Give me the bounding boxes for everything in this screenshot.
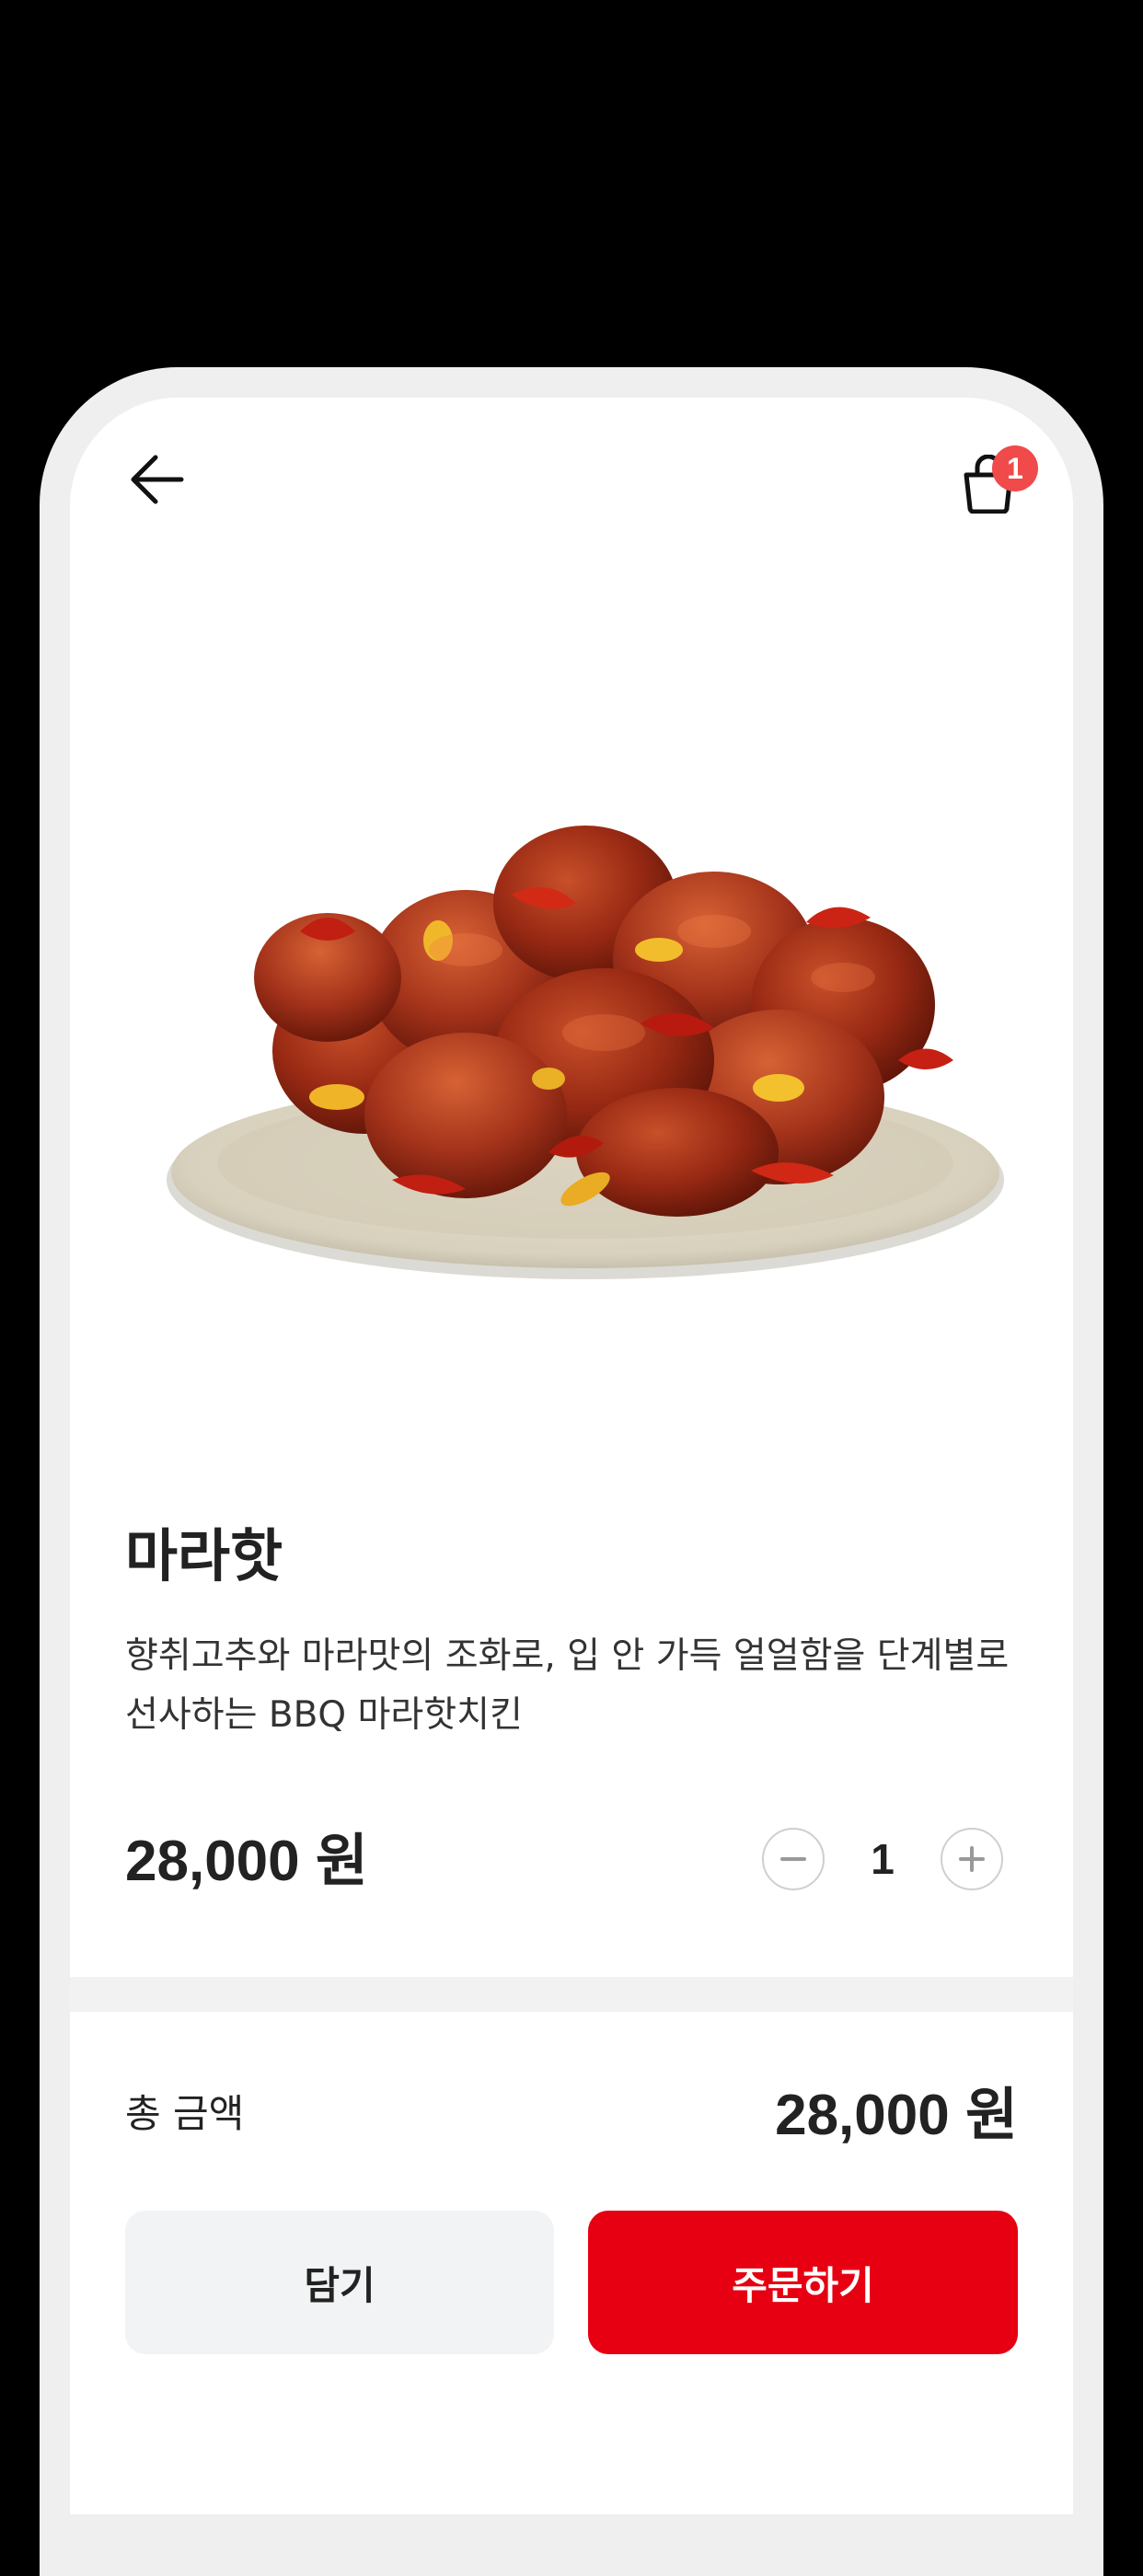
product-name: 마라핫 bbox=[125, 1522, 283, 1589]
add-to-cart-button[interactable]: 담기 bbox=[125, 2211, 554, 2354]
product-description: 향취고추와 마라맛의 조화로, 입 안 가득 얼얼함을 단계별로 선사하는 BB… bbox=[125, 1635, 1010, 1736]
arrow-left-icon bbox=[131, 455, 184, 504]
cart-button[interactable]: 1 bbox=[955, 445, 1038, 519]
back-button[interactable] bbox=[125, 447, 190, 512]
section-divider bbox=[70, 1977, 1073, 2012]
quantity-value: 1 bbox=[871, 1835, 895, 1883]
plus-icon bbox=[959, 1846, 985, 1872]
product-price: 28,000 원 bbox=[125, 1830, 368, 1893]
increase-quantity-button[interactable] bbox=[941, 1828, 1003, 1890]
quantity-stepper: 1 bbox=[762, 1828, 1010, 1892]
total-label: 총 금액 bbox=[125, 2091, 245, 2136]
product-image bbox=[167, 826, 1004, 1279]
minus-icon bbox=[780, 1857, 806, 1861]
cart-badge: 1 bbox=[992, 445, 1038, 491]
product-detail-screen: 1 마라핫 향취고추와 마라맛의 조화로, 입 안 가득 얼얼함을 단계별로 선… bbox=[70, 398, 1073, 2514]
decrease-quantity-button[interactable] bbox=[762, 1828, 825, 1890]
order-button[interactable]: 주문하기 bbox=[588, 2211, 1018, 2354]
total-price: 28,000 원 bbox=[775, 2084, 1018, 2147]
